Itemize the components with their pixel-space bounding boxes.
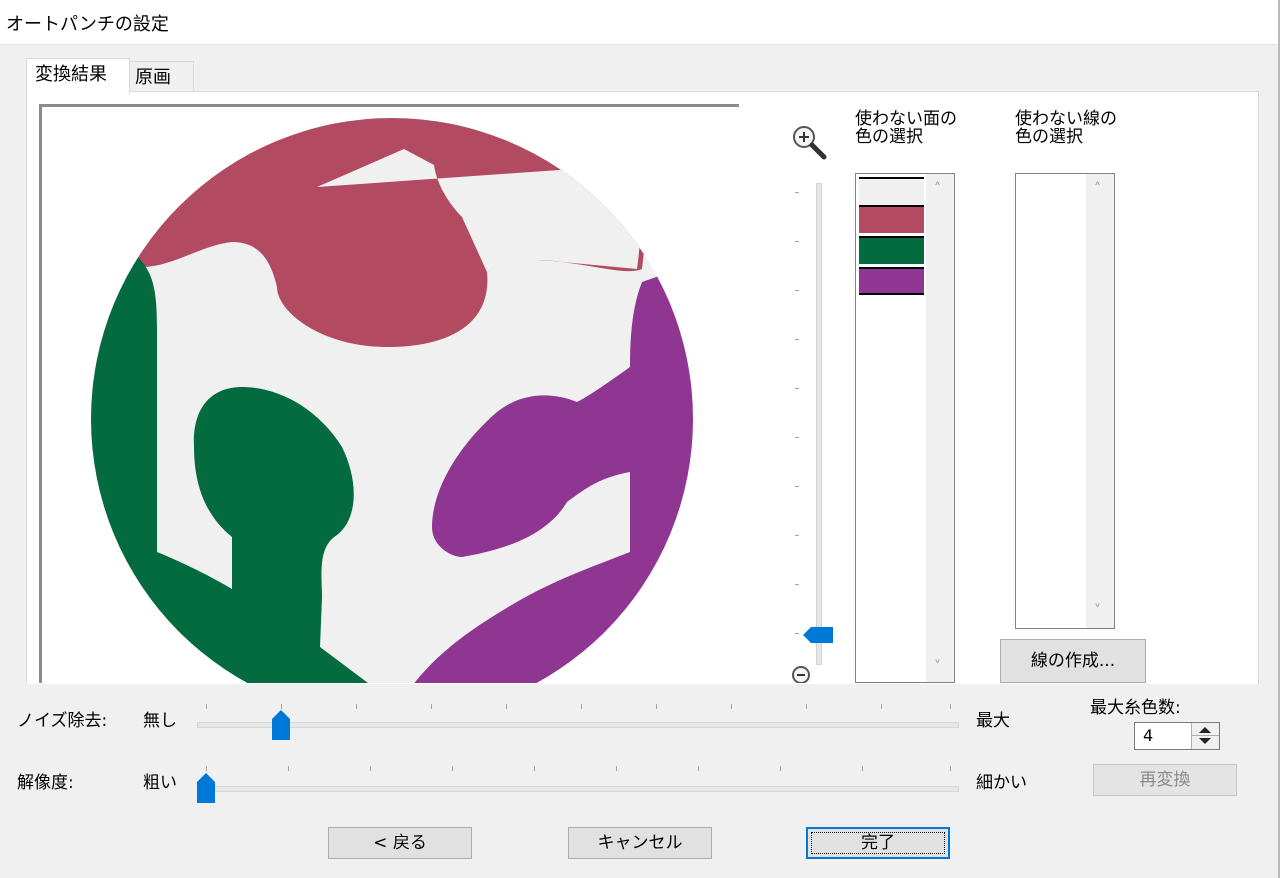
slider-tick [731,704,732,709]
zoom-in-icon[interactable] [790,123,832,163]
zoom-tick [795,290,799,291]
face-colors-label: 使わない面の 色の選択 [855,110,957,146]
face-colors-label-line2: 色の選択 [855,127,923,147]
slider-tick [950,766,951,771]
zoom-tick [795,535,799,536]
tab-original[interactable]: 原画 [126,61,194,94]
scroll-down-icon[interactable]: ˅ [934,660,946,674]
resolution-min-label: 粗い [143,773,177,793]
line-colors-label-line1: 使わない線の [1015,109,1117,129]
zoom-tick [795,241,799,242]
color-swatch-red[interactable] [859,205,924,233]
slider-tick [452,766,453,771]
spin-down-icon[interactable] [1199,738,1211,744]
zoom-slider-track[interactable] [816,183,822,665]
resolution-slider-track[interactable] [197,786,959,792]
color-swatch-purple[interactable] [859,267,924,295]
slider-tick [534,766,535,771]
cancel-button[interactable]: キャンセル [568,827,712,859]
reconvert-button-label: 再変換 [1139,770,1191,790]
noise-max-label: 最大 [976,711,1010,731]
line-colors-label: 使わない線の 色の選択 [1015,110,1117,146]
slider-tick [288,766,289,771]
slider-tick [356,704,357,709]
slider-tick [281,704,282,709]
cancel-button-label: キャンセル [597,833,683,853]
zoom-tick [795,633,799,634]
scroll-up-icon[interactable]: ˄ [934,182,946,196]
line-colors-label-line2: 色の選択 [1015,127,1083,147]
create-line-button-label: 線の作成... [1030,651,1116,671]
max-thread-colors-label: 最大糸色数: [1090,698,1181,718]
resolution-label: 解像度: [17,773,74,793]
slider-tick [656,704,657,709]
finish-button[interactable]: 完了 [806,827,950,859]
face-colors-label-line1: 使わない面の [855,109,957,129]
zoom-slider-thumb[interactable] [803,626,833,644]
focus-rect [811,832,945,854]
window-title: オートパンチの設定 [6,14,169,35]
resolution-max-label: 細かい [976,773,1027,793]
max-thread-colors-spinbox[interactable]: 4 [1134,722,1220,750]
back-button[interactable]: < 戻る [328,827,472,859]
slider-tick [206,766,207,771]
slider-tick [506,704,507,709]
color-swatch-gray[interactable] [859,177,924,205]
conversion-preview[interactable] [39,104,739,683]
slider-tick [370,766,371,771]
zoom-tick [795,486,799,487]
preview-image [91,118,693,683]
face-colors-list[interactable]: ˄ ˅ [855,173,955,683]
line-colors-scrollbar[interactable]: ˄ ˅ [1086,174,1114,628]
slider-tick [862,766,863,771]
slider-tick [698,766,699,771]
slider-tick [431,704,432,709]
slider-tick [881,704,882,709]
reconvert-button[interactable]: 再変換 [1093,764,1237,796]
create-line-button[interactable]: 線の作成... [1000,639,1146,683]
tab-label: 変換結果 [35,64,107,85]
spin-up-icon[interactable] [1199,727,1211,733]
zoom-out-icon[interactable] [791,665,813,683]
zoom-tick [795,388,799,389]
tab-label: 原画 [135,67,171,88]
color-swatch-green[interactable] [859,236,924,264]
max-thread-colors-value[interactable]: 4 [1143,726,1153,745]
zoom-tick [795,192,799,193]
slider-tick [806,704,807,709]
zoom-tick [795,584,799,585]
face-colors-scrollbar[interactable]: ˄ ˅ [926,174,954,682]
noise-slider-thumb[interactable] [272,710,290,740]
scroll-down-icon[interactable]: ˅ [1094,604,1106,618]
spin-buttons[interactable] [1191,723,1219,749]
slider-tick [581,704,582,709]
noise-min-label: 無し [143,711,177,731]
zoom-tick [795,437,799,438]
zoom-tick [795,339,799,340]
back-button-label: < 戻る [373,833,427,853]
noise-slider-track[interactable] [197,722,959,728]
line-colors-list[interactable]: ˄ ˅ [1015,173,1115,629]
resolution-slider-thumb[interactable] [197,773,215,803]
noise-label: ノイズ除去: [17,711,108,731]
spin-divider [1192,735,1219,736]
scroll-up-icon[interactable]: ˄ [1094,182,1106,196]
slider-tick [950,704,951,709]
tab-conversion-result[interactable]: 変換結果 [26,58,130,94]
title-bar: オートパンチの設定 [0,0,1280,45]
slider-tick [206,704,207,709]
slider-tick [616,766,617,771]
slider-tick [780,766,781,771]
